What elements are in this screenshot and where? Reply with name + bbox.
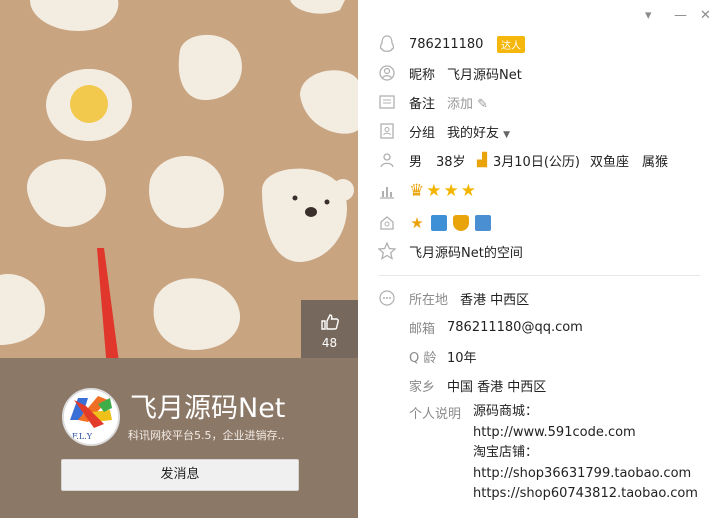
- services-row: ★: [358, 212, 722, 234]
- dropdown-caret-icon[interactable]: ▼: [503, 130, 510, 140]
- remark-add-link[interactable]: 添加 ✎: [447, 93, 488, 112]
- hometown-value: 中国 香港 中西区: [447, 379, 547, 395]
- bar-chart-icon: [378, 182, 396, 200]
- bio-line: http://www.591code.com: [473, 424, 636, 440]
- phone-icon[interactable]: [475, 215, 491, 231]
- star-icon: ★: [460, 181, 476, 201]
- bio-line: 源码商城：: [473, 404, 539, 419]
- nickname-label: 昵称: [409, 67, 436, 83]
- birthday-cake-icon: ▟: [477, 152, 487, 168]
- camera-icon[interactable]: [431, 215, 447, 231]
- vip-star-icon[interactable]: ★: [409, 215, 425, 231]
- remark-row: 备注 添加 ✎: [358, 91, 722, 113]
- profile-cover: 48 F.L.Y 飞月源码Net 科讯网校平台5.5，企业进销存.. 发消息: [0, 0, 358, 518]
- qzone-link[interactable]: 飞月源码Net的空间: [409, 242, 523, 261]
- basic-info-row: 男 38岁 ▟ 3月10日(公历) 双鱼座 属猴: [358, 149, 722, 171]
- qq-number: 786211180: [409, 36, 484, 52]
- send-message-button[interactable]: 发消息: [61, 459, 299, 491]
- space-row: 飞月源码Net的空间: [358, 240, 722, 262]
- star-icon: ★: [426, 181, 442, 201]
- nickname-row: 昵称 飞月源码Net: [358, 62, 722, 84]
- group-row: 分组 我的好友 ▼: [358, 120, 722, 142]
- section-divider: [378, 275, 700, 276]
- thumbs-up-icon: [320, 314, 339, 330]
- bio-line: 淘宝店铺：: [473, 445, 539, 461]
- star-outline-icon: [378, 242, 396, 260]
- shield-icon[interactable]: [453, 215, 469, 231]
- avatar[interactable]: F.L.Y: [62, 388, 120, 446]
- profile-details: 786211180 达人 昵称 飞月源码Net 备注 添加 ✎ 分组 我的好友 …: [358, 0, 722, 518]
- star-icon: ★: [443, 181, 459, 201]
- daren-badge: 达人: [489, 35, 525, 53]
- contact-book-icon: [378, 122, 396, 140]
- house-badge-icon: [378, 214, 396, 232]
- person-icon: [378, 151, 396, 169]
- hometown-label: 家乡: [409, 379, 436, 395]
- like-count: 48: [321, 336, 338, 350]
- level-row: ♛ ★ ★ ★: [358, 180, 722, 202]
- location-value: 香港 中西区: [460, 292, 530, 308]
- bio-line: http://shop36631799.taobao.com: [473, 465, 692, 481]
- qq-number-row: 786211180 达人: [358, 33, 722, 55]
- qage-row: Q 龄 10年: [358, 345, 722, 367]
- qage-value: 10年: [447, 350, 477, 366]
- pencil-icon[interactable]: ✎: [477, 97, 488, 112]
- remark-label: 备注: [409, 96, 436, 112]
- group-select[interactable]: 我的好友 ▼: [447, 122, 510, 141]
- email-row: 邮箱 786211180@qq.com: [358, 316, 722, 338]
- id-card-icon: [378, 93, 396, 111]
- age: 38岁: [436, 154, 466, 170]
- qq-level[interactable]: ♛ ★ ★ ★: [409, 181, 478, 201]
- more-dots-icon[interactable]: [378, 289, 396, 307]
- card-signature: 科讯网校平台5.5，企业进销存..: [128, 429, 285, 442]
- gender: 男: [409, 154, 423, 170]
- bio-label: 个人说明: [409, 406, 462, 422]
- bio-line: https://shop60743812.taobao.com: [473, 486, 698, 502]
- email-value[interactable]: 786211180@qq.com: [447, 320, 583, 335]
- zodiac: 双鱼座: [590, 154, 630, 170]
- birthday: 3月10日(公历): [493, 154, 580, 170]
- avatar-logo-text: F.L.Y: [72, 432, 93, 441]
- crown-icon: ♛: [409, 181, 425, 201]
- location-label: 所在地: [409, 292, 449, 308]
- nickname-value: 飞月源码Net: [447, 67, 522, 83]
- penguin-icon: [378, 35, 396, 53]
- chinese-zodiac: 属猴: [642, 154, 669, 170]
- location-row: 所在地 香港 中西区: [358, 287, 722, 309]
- hometown-row: 家乡 中国 香港 中西区: [358, 374, 722, 396]
- user-circle-icon: [378, 64, 396, 82]
- bio-text: 源码商城： http://www.591code.com 淘宝店铺： http:…: [473, 402, 698, 505]
- service-icons: ★: [409, 215, 497, 231]
- like-button[interactable]: 48: [301, 300, 358, 358]
- avatar-logo-icon: F.L.Y: [64, 390, 118, 444]
- card-nickname: 飞月源码Net: [130, 393, 286, 424]
- qage-label: Q 龄: [409, 350, 437, 366]
- email-label: 邮箱: [409, 321, 436, 337]
- group-label: 分组: [409, 125, 436, 141]
